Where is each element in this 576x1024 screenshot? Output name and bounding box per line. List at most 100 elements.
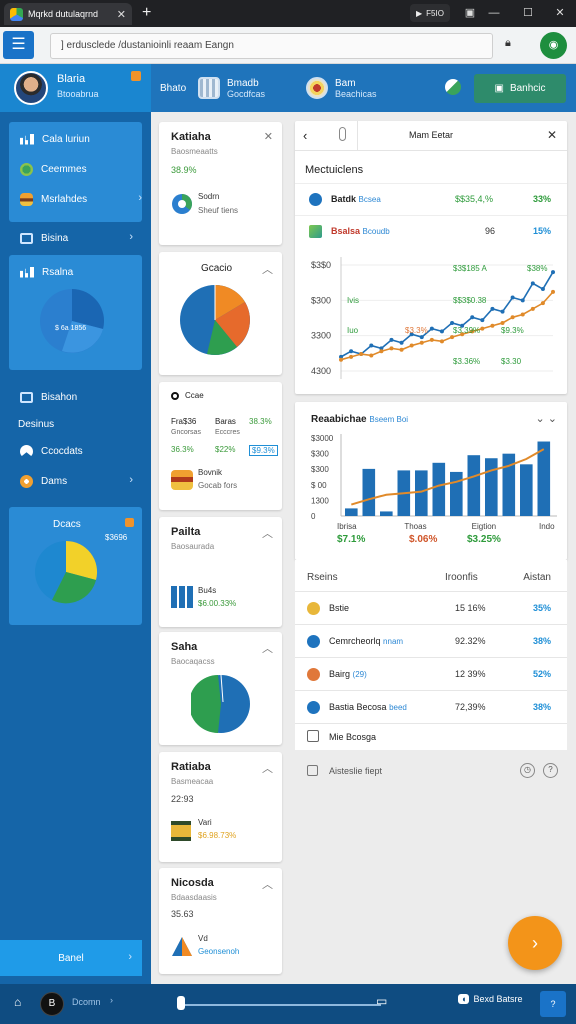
list-item-percent: 15% — [532, 226, 551, 236]
top-strip-label: Bhato — [160, 82, 187, 94]
bottom-left-label: Dcomn — [72, 997, 101, 1007]
minimize-icon[interactable]: — — [484, 4, 504, 22]
home-icon[interactable]: ⌂ — [14, 995, 21, 1009]
card-title: Gcacio — [200, 263, 233, 274]
bar-chart: $3000 $300 $300 $ 00 1300 0 Ibrisa Thoas Eigtion… — [311, 434, 557, 531]
table-row[interactable]: Bstie 15 16% 35% — [295, 591, 567, 624]
card-title: Saha — [171, 641, 198, 653]
help-button[interactable]: ? — [540, 991, 566, 1017]
list-item[interactable]: Batdk Bcsea $$35,4,% 33% — [295, 183, 567, 215]
chevron-up-icon[interactable]: ︿ — [262, 876, 273, 892]
chevron-up-icon[interactable]: ︿ — [262, 525, 273, 541]
globe-icon[interactable] — [445, 79, 461, 95]
sidebar-item-bisina[interactable]: Bisina › — [0, 226, 151, 250]
list-item[interactable]: Bsalsa Bcoudb 96 15% — [295, 215, 567, 247]
sidebar-bottom-button[interactable]: Banel › — [0, 940, 142, 976]
sidebar-item-label: Desinus — [18, 418, 55, 430]
progress-track[interactable] — [181, 1004, 381, 1006]
table-row[interactable]: Cemrcheorlq nnam 92.32% 38% — [295, 624, 567, 657]
building-icon — [198, 77, 220, 99]
help-icon[interactable]: ? — [543, 763, 558, 778]
floating-action-button[interactable]: › — [508, 916, 562, 970]
table-header: Rseins — [307, 572, 338, 583]
sidebar-item-cala-luriun[interactable]: Cala luriun — [0, 127, 151, 151]
clock-icon[interactable]: ◷ — [520, 763, 535, 778]
list-item-name: Bsalsa — [331, 226, 361, 236]
card-value: 35.63 — [171, 909, 194, 919]
sidebar-item-desinus[interactable]: Desinus — [0, 412, 151, 436]
chat-icon: ◖ — [458, 994, 470, 1004]
top-strip-item-bam[interactable]: Bam Beachicas — [306, 64, 377, 112]
table-row[interactable]: Bastia Becosa beed 72,39% 38% — [295, 690, 567, 723]
window-icon — [20, 232, 33, 244]
sidebar-item-bisahon[interactable]: Bisahon — [0, 385, 151, 409]
account-avatar[interactable]: ◉ — [540, 32, 567, 59]
chevron-up-icon[interactable]: ︿ — [262, 261, 273, 277]
y-tick-label: $300 — [311, 465, 329, 474]
screen-icon[interactable]: ▭ — [376, 994, 387, 1008]
lock-icon[interactable]: 🔒︎ — [505, 37, 511, 50]
sidebar-item-ceemmes[interactable]: Ceemmes — [0, 157, 151, 181]
card-nicosda[interactable]: Nicosda Bdaasdaasis ︿ 35.63 Vd Geonsenoh — [159, 868, 282, 974]
maximize-icon[interactable]: ☐ — [518, 4, 538, 22]
top-strip-item-bhato[interactable]: Bhato — [160, 64, 186, 112]
y-tick-label: $300 — [311, 295, 331, 305]
row-percent: 38% — [532, 702, 551, 712]
chart-bars-icon — [20, 266, 34, 278]
sidebar-pie-chart-2 — [35, 540, 98, 604]
screenshot-icon[interactable]: ▣ — [460, 4, 480, 22]
bar — [467, 455, 481, 516]
card-ratiaba[interactable]: Ratiaba Basmeacaa ︿ 22:93 Vari $6.98.73% — [159, 752, 282, 862]
note-icon[interactable] — [307, 765, 318, 776]
sidebar-item-label: Ceemmes — [41, 163, 87, 175]
top-strip-title: Bmadb — [227, 77, 259, 89]
card-detail-value: $6.00.33% — [198, 599, 237, 608]
card-saha[interactable]: Saha Baocaqacss ︿ — [159, 632, 282, 745]
browser-tab[interactable]: Mqrkd dutulaqrnd ✕ — [4, 3, 132, 25]
card-pailta[interactable]: Pailta Baosaurada ︿ Bu4s $6.00.33% — [159, 517, 282, 627]
chart-options-icon[interactable]: ⌄ ⌄ — [536, 412, 558, 425]
sidebar-item-msrlahdes[interactable]: Msrlahdes › — [0, 187, 151, 211]
hamburger-menu-button[interactable]: ☰ — [3, 31, 34, 59]
radio-icon[interactable] — [171, 392, 179, 400]
progress-knob[interactable] — [177, 996, 185, 1010]
card-cell: Baras — [215, 417, 236, 426]
series-point — [490, 323, 495, 328]
close-icon[interactable]: ✕ — [264, 130, 273, 143]
sidebar-item-dams[interactable]: Dams › — [0, 469, 151, 493]
panel-title: Mam Eetar — [409, 130, 454, 140]
notification-badge-icon[interactable] — [131, 71, 141, 81]
attachment-icon[interactable] — [339, 127, 346, 141]
series-point — [480, 318, 485, 323]
back-arrow-icon[interactable]: ‹ — [303, 128, 307, 143]
extension-pill[interactable]: ▶ F5IO — [410, 4, 450, 22]
burger-icon — [20, 192, 33, 206]
profile-name: Blaria — [57, 73, 86, 85]
series-point — [490, 306, 495, 311]
avatar-badge[interactable]: B — [40, 992, 64, 1016]
sidebar-chart-box-2[interactable]: Dcacs $3696 — [9, 507, 142, 625]
series-point — [429, 326, 434, 331]
profile-header[interactable]: Blaria Btooabrua — [0, 64, 151, 112]
card-katiaha[interactable]: Katiaha Baosmeaatts ✕ 38.9% Sodrn Sheuf … — [159, 122, 282, 245]
table-row[interactable]: Bairg (29) 12 39% 52% — [295, 657, 567, 690]
top-action-button[interactable]: ▣ Banhcic — [474, 74, 566, 103]
card-gcacio[interactable]: Gcacio ︿ — [159, 252, 282, 375]
card-detail-sub: Sheuf tiens — [198, 206, 239, 215]
url-input[interactable]: ] erdusclede /dustanioinli reaam Eangn — [50, 33, 493, 59]
new-tab-icon[interactable]: + — [142, 4, 151, 22]
more-link[interactable]: Mie Bcosga — [295, 723, 567, 749]
bottom-right-pill[interactable]: ◖ Bexd Batsre — [458, 994, 522, 1004]
top-strip-item-bmadb[interactable]: Bmadb Gocdfcas — [198, 64, 265, 112]
tab-close-icon[interactable]: ✕ — [117, 8, 126, 21]
sidebar-item-ccocdats[interactable]: Ccocdats — [0, 439, 151, 463]
card-ccae[interactable]: Ccae Fra$36 Gncorsas Baras Ecccres 38.3%… — [159, 382, 282, 510]
sidebar-chart-box[interactable]: Rsalna $ 6a 1856 — [9, 255, 142, 370]
sidebar-pie-chart — [40, 289, 105, 353]
close-icon[interactable]: ✕ — [547, 128, 557, 142]
chevron-up-icon[interactable]: ︿ — [262, 760, 273, 776]
chevron-up-icon[interactable]: ︿ — [262, 640, 273, 656]
app-window: Mqrkd dutulaqrnd ✕ + ▶ F5IO ▣ — ☐ ✕ ☰ ] … — [0, 0, 576, 1024]
favicon-icon — [10, 7, 23, 21]
close-window-icon[interactable]: ✕ — [550, 4, 570, 22]
